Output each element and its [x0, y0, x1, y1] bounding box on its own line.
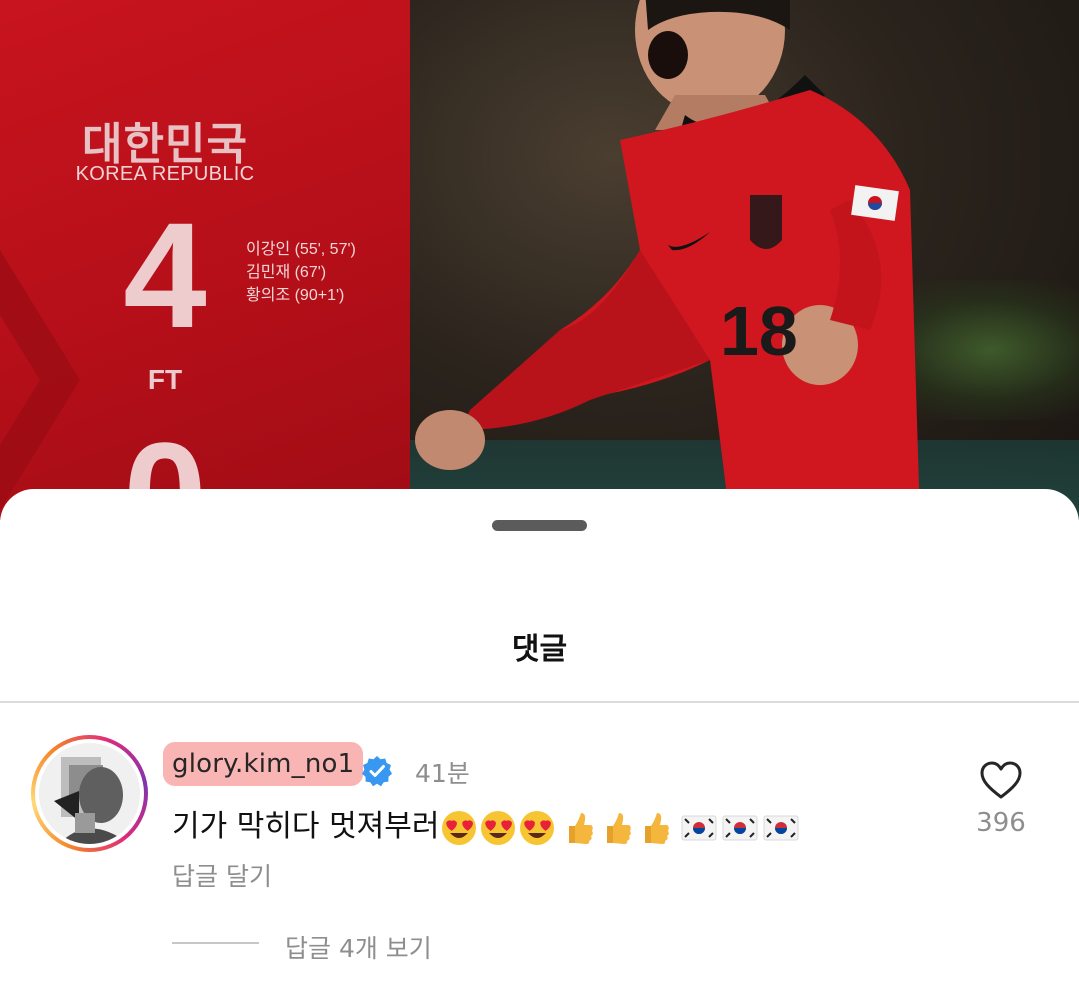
- avatar-story-ring[interactable]: [31, 735, 148, 852]
- avatar: [39, 743, 140, 844]
- south-korea-flag-emoji: [763, 815, 799, 840]
- home-score: 4: [123, 191, 207, 359]
- south-korea-flag-emoji: [722, 815, 758, 840]
- view-replies-line: [172, 942, 259, 944]
- player-photo: 18: [410, 0, 1079, 520]
- post-image: 대한민국 KOREA REPUBLIC 4 이강인 (55', 57') 김민재…: [0, 0, 1079, 520]
- crest-icon: [750, 195, 782, 249]
- smiling-heart-eyes-emoji: [520, 810, 555, 845]
- scoreboard-graphic: 대한민국 KOREA REPUBLIC 4 이강인 (55', 57') 김민재…: [0, 0, 410, 520]
- match-status: FT: [147, 364, 183, 395]
- south-korea-flag-emoji: [681, 815, 717, 840]
- chevron-decoration: [0, 250, 80, 510]
- player-figure: 18: [415, 0, 920, 520]
- drag-handle[interactable]: [492, 520, 587, 531]
- smiling-heart-eyes-emoji: [442, 810, 477, 845]
- comment-text: 기가 막히다 멋져부러: [172, 809, 440, 844]
- sheet-title: 댓글: [511, 632, 568, 667]
- team-name-english: KOREA REPUBLIC: [75, 163, 255, 185]
- smiling-heart-eyes-emoji: [481, 810, 516, 845]
- heart-icon[interactable]: [979, 760, 1023, 800]
- verified-badge-icon: [362, 756, 392, 787]
- emoji-sequence: [441, 810, 811, 846]
- goal-scorers: 이강인 (55', 57') 김민재 (67') 황의조 (90+1'): [246, 238, 356, 307]
- comment-item: glory.kim_no1 41분 기가 막히다 멋져부러 답글 달기: [0, 703, 1079, 1005]
- comment-time: 41분: [415, 759, 470, 788]
- thumbs-up-emoji: [607, 812, 632, 844]
- reply-button[interactable]: 답글 달기: [172, 857, 272, 893]
- comments-sheet: 댓글 glory.kim_no1 41분 기가 막히다 멋져부러 답글 달기: [0, 489, 1079, 1005]
- scorer-2: 김민재 (67'): [246, 264, 327, 281]
- jersey-number: 18: [720, 292, 798, 370]
- username: glory.kim_no1: [172, 749, 355, 779]
- username-link[interactable]: glory.kim_no1: [163, 742, 364, 786]
- scorer-1: 이강인 (55', 57'): [246, 241, 356, 258]
- view-replies-button[interactable]: 답글 4개 보기: [285, 929, 432, 965]
- comment-body: 기가 막히다 멋져부러: [172, 801, 811, 846]
- scorer-3: 황의조 (90+1'): [246, 287, 345, 304]
- thumbs-up-emoji: [569, 812, 594, 844]
- avatar-image: [39, 743, 140, 844]
- like-count: 396: [976, 808, 1026, 838]
- thumbs-up-emoji: [645, 812, 670, 844]
